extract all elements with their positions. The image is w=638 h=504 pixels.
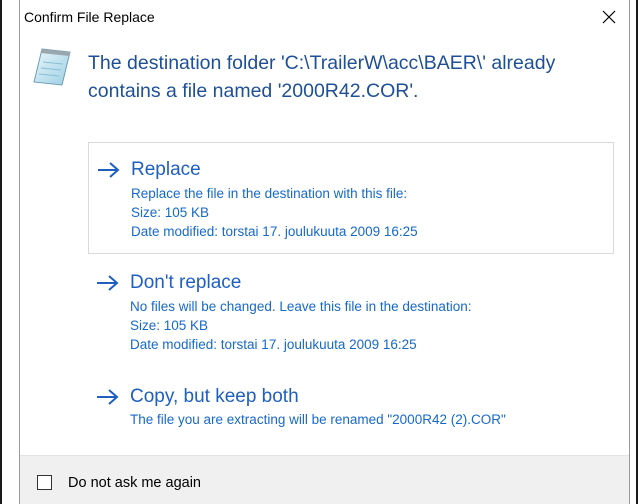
replace-date-modified: Date modified: torstai 17. joulukuuta 20… (131, 224, 418, 239)
replace-option[interactable]: Replace Replace the file in the destinat… (88, 142, 614, 254)
replace-title: Replace (131, 159, 201, 180)
dialog-frame: Confirm File Replace The destination fol… (0, 0, 638, 504)
keep-both-description: The file you are extracting will be rena… (130, 412, 506, 427)
arrow-right-icon (98, 162, 120, 178)
do-not-ask-checkbox[interactable] (37, 475, 52, 490)
dont-replace-option[interactable]: Don't replace No files will be changed. … (88, 262, 614, 362)
dont-replace-size: Size: 105 KB (130, 318, 209, 333)
notepad-document-icon (33, 48, 71, 86)
window-title: Confirm File Replace (24, 9, 155, 25)
do-not-ask-label[interactable]: Do not ask me again (68, 475, 201, 491)
replace-size: Size: 105 KB (131, 205, 210, 220)
keep-both-title: Copy, but keep both (130, 386, 299, 407)
dont-replace-date-modified: Date modified: torstai 17. joulukuuta 20… (130, 337, 417, 352)
dont-replace-title: Don't replace (130, 272, 242, 293)
window-left-edge (19, 0, 20, 504)
replace-description: Replace the file in the destination with… (131, 186, 408, 201)
keep-both-option[interactable]: Copy, but keep both The file you are ext… (88, 376, 614, 438)
dont-replace-title-row: Don't replace (96, 272, 241, 294)
replace-title-row: Replace (97, 159, 201, 181)
arrow-right-icon (97, 275, 119, 291)
close-button[interactable] (592, 2, 626, 32)
arrow-right-icon (97, 389, 119, 405)
title-bar[interactable]: Confirm File Replace (20, 0, 629, 34)
dialog-footer: Do not ask me again (20, 455, 629, 504)
replace-message: The destination folder 'C:\TrailerW\acc\… (88, 52, 556, 102)
dont-replace-description: No files will be changed. Leave this fil… (130, 299, 472, 314)
window-right-edge (629, 0, 630, 504)
close-icon (602, 10, 616, 24)
keep-both-title-row: Copy, but keep both (96, 386, 299, 408)
